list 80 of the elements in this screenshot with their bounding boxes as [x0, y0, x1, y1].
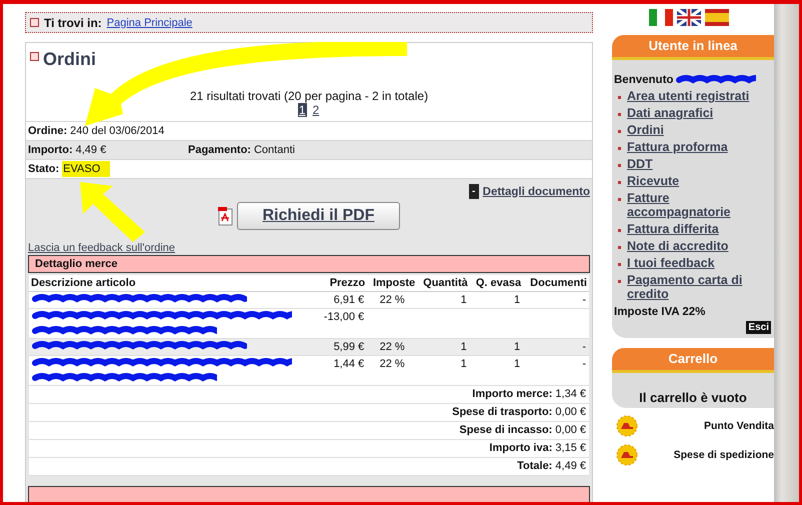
- straight-arrow-drawing: [80, 182, 145, 242]
- welcome-text: Benvenuto: [614, 74, 674, 86]
- menu-link[interactable]: Dati anagrafici: [627, 106, 714, 120]
- table-cell: 1: [417, 292, 470, 308]
- details-link[interactable]: Dettagli documento: [482, 186, 590, 198]
- section-header: Dettaglio merce: [28, 255, 590, 273]
- menu-link[interactable]: Ordini: [627, 123, 664, 137]
- page-title: Ordini: [43, 49, 96, 70]
- bullet-icon: [618, 198, 621, 201]
- total-line: Importo merce: 1,34 €: [29, 386, 589, 404]
- breadcrumb-link[interactable]: Pagina Principale: [106, 16, 192, 28]
- pdf-icon: [218, 206, 234, 226]
- scooter-badge-icon: [616, 416, 638, 436]
- column-header: Q. evasa: [470, 275, 524, 292]
- tax-note: Imposte IVA 22%: [614, 306, 706, 318]
- column-header: Prezzo: [316, 275, 368, 292]
- bullet-icon: [618, 263, 621, 266]
- bullet-icon: [618, 181, 621, 184]
- logout-button[interactable]: Esci: [746, 321, 771, 334]
- bullet-icon: [618, 229, 621, 232]
- page-link[interactable]: 2: [312, 103, 320, 117]
- scooter-badge-icon: [616, 444, 638, 466]
- box-header: Carrello: [612, 348, 774, 373]
- table-cell: 22 %: [367, 356, 418, 386]
- bullet-icon: [618, 280, 621, 283]
- table-cell: -: [523, 338, 589, 356]
- menu-link[interactable]: Fattura differita: [627, 222, 719, 236]
- bullet-icon: [618, 130, 621, 133]
- order-field: Ordine: 240 del 03/06/2014: [28, 125, 188, 137]
- total-line: Spese di trasporto: 0,00 €: [29, 404, 589, 422]
- column-header: Quantità: [417, 275, 470, 292]
- menu-link[interactable]: Area utenti registrati: [627, 89, 750, 103]
- order-field: Importo: 4,49 €: [28, 144, 188, 156]
- table-cell: -: [523, 356, 589, 386]
- order-field: Stato: EVASO: [28, 163, 188, 175]
- spanish-flag-icon: [705, 9, 729, 26]
- table-cell: 6,91 €: [316, 292, 368, 308]
- total-line: Importo iva: 3,15 €: [29, 440, 589, 458]
- bullet-icon: [618, 113, 621, 116]
- bullet-icon: [618, 147, 621, 150]
- breadcrumb-label: Ti trovi in:: [44, 16, 102, 30]
- bullet-icon: [618, 96, 621, 99]
- italian-flag-icon: [649, 9, 673, 26]
- table-cell: 1: [470, 338, 524, 356]
- order-field: Pagamento: Contanti: [188, 144, 348, 156]
- total-line: Spese di incasso: 0,00 €: [29, 422, 589, 440]
- table-cell: 1,44 €: [316, 356, 368, 386]
- menu-link[interactable]: Ricevute: [627, 174, 680, 188]
- table-cell: 1: [470, 356, 524, 386]
- bullet-icon: [30, 52, 39, 61]
- column-header: Descrizione articolo: [29, 275, 317, 292]
- british-flag-icon: [677, 9, 701, 26]
- table-cell: 1: [417, 356, 470, 386]
- total-line: Totale: 4,49 €: [29, 458, 589, 476]
- bullet-icon: [30, 18, 39, 27]
- page-link[interactable]: 1: [298, 103, 306, 117]
- table-cell: 22 %: [367, 292, 418, 308]
- cart-status: Il carrello è vuoto: [638, 389, 748, 407]
- table-cell: 1: [417, 338, 470, 356]
- bullet-icon: [618, 164, 621, 167]
- menu-link[interactable]: DDT: [627, 157, 653, 171]
- pdf-button[interactable]: Richiedi il PDF: [237, 202, 400, 230]
- menu-link[interactable]: Fatture accompagnatorie: [627, 191, 771, 219]
- table-cell: 22 %: [367, 338, 418, 356]
- menu-link[interactable]: Pagamento carta di credito: [627, 273, 771, 301]
- column-header: Imposte: [367, 275, 418, 292]
- service-link[interactable]: Spese di spedizione: [674, 449, 774, 461]
- table-cell: -: [523, 292, 589, 308]
- menu-link[interactable]: Fattura proforma: [627, 140, 728, 154]
- column-header: Documenti: [523, 275, 589, 292]
- service-link[interactable]: Punto Vendita: [704, 420, 774, 432]
- bullet-icon: [618, 246, 621, 249]
- box-header: Utente in linea: [612, 35, 774, 60]
- results-count: 21 risultati trovati (20 per pagina - 2 in totale): [190, 89, 428, 103]
- menu-link[interactable]: Note di accredito: [627, 239, 728, 253]
- collapse-icon[interactable]: -: [468, 184, 479, 199]
- menu-link[interactable]: I tuoi feedback: [627, 256, 715, 270]
- table-cell: 5,99 €: [316, 338, 368, 356]
- feedback-link[interactable]: Lascia un feedback sull'ordine: [28, 242, 176, 254]
- table-cell: 1: [470, 292, 524, 308]
